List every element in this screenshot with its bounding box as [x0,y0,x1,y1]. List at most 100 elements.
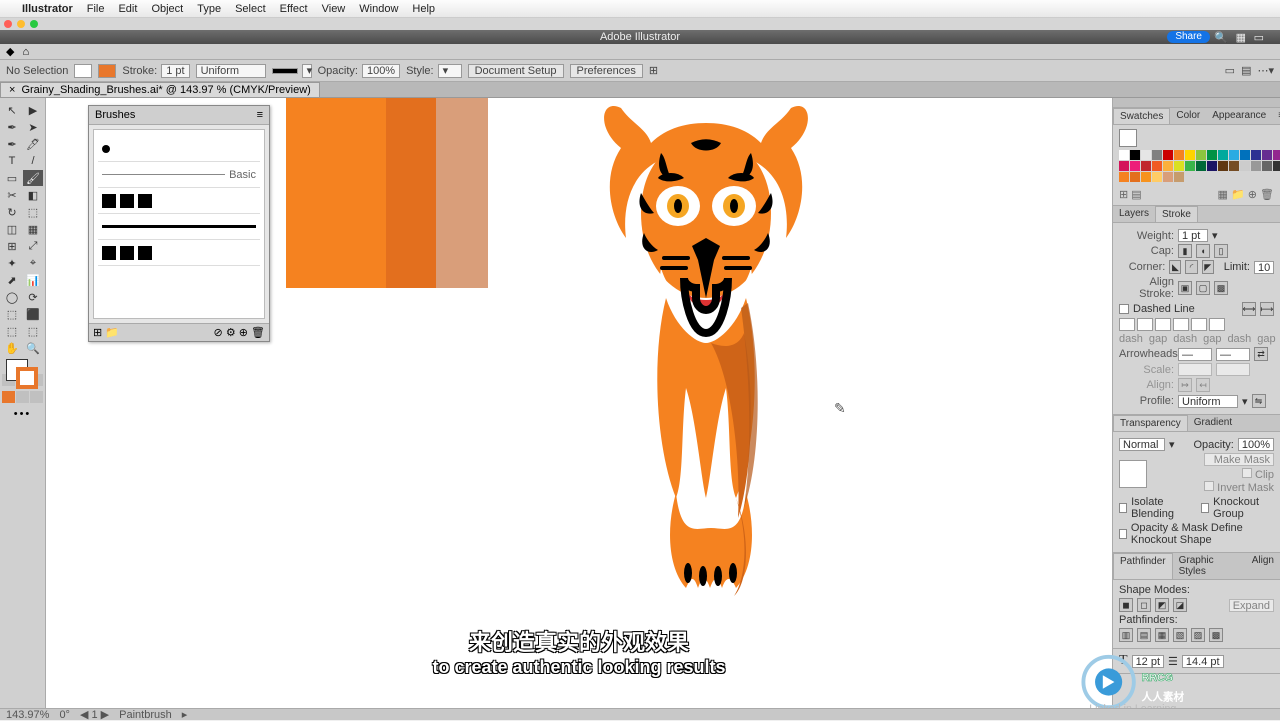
swatch-item[interactable] [1273,150,1280,160]
perspective-tool[interactable]: ⤢ [23,238,43,254]
list-view-icon[interactable]: ≡ [1272,108,1280,124]
symbol-sprayer-tool[interactable]: ⟳ [23,289,43,305]
zoom-level[interactable]: 143.97% [6,709,49,721]
arrow-scale-end[interactable] [1216,363,1250,376]
mask-thumb[interactable] [1119,460,1147,488]
stroke-swatch[interactable] [16,367,38,389]
align-inside-button[interactable]: ▢ [1196,281,1210,295]
blend-menu[interactable]: ▾ [1169,438,1175,451]
draw-inside-button[interactable] [30,391,43,403]
swatch-item[interactable] [1163,161,1173,171]
line-tool[interactable]: / [23,153,43,169]
rectangle-tool[interactable]: ▭ [2,170,22,186]
dashed-checkbox[interactable] [1119,304,1129,314]
swatch-item[interactable] [1119,172,1129,182]
swatch-item[interactable] [1141,172,1151,182]
dash-3[interactable] [1191,318,1207,331]
menu-view[interactable]: View [322,3,346,15]
weight-menu[interactable]: ▾ [1212,229,1218,242]
home-icon[interactable]: ⌂ [22,46,29,58]
delete-swatch-icon[interactable]: 🗑 [1260,189,1274,201]
swatch-item[interactable] [1119,150,1129,160]
outline-button[interactable]: ▨ [1191,628,1205,642]
tab-stroke[interactable]: Stroke [1155,206,1198,222]
window-zoom-button[interactable] [30,20,38,28]
limit-input[interactable]: 10 [1254,261,1274,274]
rotation-value[interactable]: 0° [59,709,70,721]
swatch-item[interactable] [1185,161,1195,171]
width-tool[interactable]: ◫ [2,221,22,237]
add-anchor-tool[interactable]: ✒ [2,136,22,152]
tab-layers[interactable]: Layers [1113,206,1155,222]
corner-round-button[interactable]: ◜ [1185,260,1197,274]
swatch-item[interactable] [1141,161,1151,171]
artboard-tool[interactable]: ⬚ [2,306,22,322]
swatch-item[interactable] [1130,150,1140,160]
make-mask-button[interactable]: Make Mask [1204,453,1274,466]
eyedropper-tool[interactable]: ⬈ [2,272,22,288]
swatch-item[interactable] [1130,161,1140,171]
swatch-item[interactable] [1251,150,1261,160]
type-tool[interactable]: T [2,153,22,169]
merge-button[interactable]: ▦ [1155,628,1169,642]
cap-round-button[interactable]: ◖ [1196,244,1210,258]
swatch-item[interactable] [1163,150,1173,160]
align-center-button[interactable]: ▣ [1178,281,1192,295]
swatch-item[interactable] [1163,172,1173,182]
brush-row-bars-2[interactable] [98,240,260,266]
mask-define-checkbox[interactable] [1119,529,1127,539]
swatch-item[interactable] [1229,150,1239,160]
gap-3[interactable] [1209,318,1225,331]
swatch-item[interactable] [1196,161,1206,171]
brush-basic[interactable]: Basic [98,162,260,188]
intersect-button[interactable]: ◩ [1155,598,1169,612]
search-icon[interactable]: 🔍 [1214,31,1228,45]
menu-type[interactable]: Type [197,3,221,15]
tab-graphic-styles[interactable]: Graphic Styles [1173,553,1246,579]
expand-button[interactable]: Expand [1229,599,1274,612]
knockout-checkbox[interactable] [1201,503,1209,513]
swatch-options-icon[interactable]: ▦ [1218,189,1228,201]
new-swatch-icon[interactable]: ⊕ [1248,189,1257,201]
shape-builder-tool[interactable]: ⊞ [2,238,22,254]
share-button[interactable]: Share [1167,31,1210,43]
curvature-tool[interactable]: ➤ [23,119,43,135]
rotate-tool[interactable]: ↻ [2,204,22,220]
profile-select[interactable]: Uniform [1178,395,1238,408]
menu-edit[interactable]: Edit [118,3,137,15]
trim-button[interactable]: ▤ [1137,628,1151,642]
menu-select[interactable]: Select [235,3,266,15]
arrow-end-select[interactable]: — [1216,348,1250,361]
panel-menu-icon[interactable]: ⋯▾ [1257,64,1274,77]
hand-tool[interactable]: ✋ [2,340,22,356]
dash-preserve-button[interactable]: ⟷ [1242,302,1256,316]
ai-logo-icon[interactable]: ◆ [6,45,14,58]
gap-1[interactable] [1137,318,1153,331]
arrow-start-select[interactable]: — [1178,348,1212,361]
direct-selection-tool[interactable]: ▶ [23,102,43,118]
fill-stroke-control[interactable] [2,357,43,391]
scissors-tool[interactable]: ✂ [2,187,22,203]
draw-behind-button[interactable] [16,391,29,403]
cap-butt-button[interactable]: ▮ [1178,244,1192,258]
brush-profile-select[interactable]: Uniform [196,64,266,78]
panel-icon-1[interactable]: ▭ [1225,64,1235,77]
brush-options-icon[interactable]: ⚙ [226,327,236,339]
new-brush-icon[interactable]: ⊕ [239,327,248,339]
flip-profile-button[interactable]: ⇋ [1252,394,1266,408]
gradient-tool[interactable]: ⌖ [23,255,43,271]
arrow-align-tip[interactable]: ↦ [1178,378,1192,392]
swatch-item[interactable] [1185,150,1195,160]
arrow-align-end[interactable]: ↤ [1196,378,1210,392]
edit-toolbar-button[interactable]: ••• [2,408,43,424]
tab-align[interactable]: Align [1246,553,1280,579]
swatch-item[interactable] [1229,161,1239,171]
clip-checkbox[interactable] [1242,468,1252,478]
brushes-menu-icon[interactable]: ≡ [257,109,263,121]
status-menu-icon[interactable]: ▸ [182,708,188,721]
swatch-item[interactable] [1207,161,1217,171]
swap-arrows-button[interactable]: ⇄ [1254,347,1268,361]
selection-tool[interactable]: ↖ [2,102,22,118]
swatch-item[interactable] [1174,150,1184,160]
swatch-item[interactable] [1273,161,1280,171]
